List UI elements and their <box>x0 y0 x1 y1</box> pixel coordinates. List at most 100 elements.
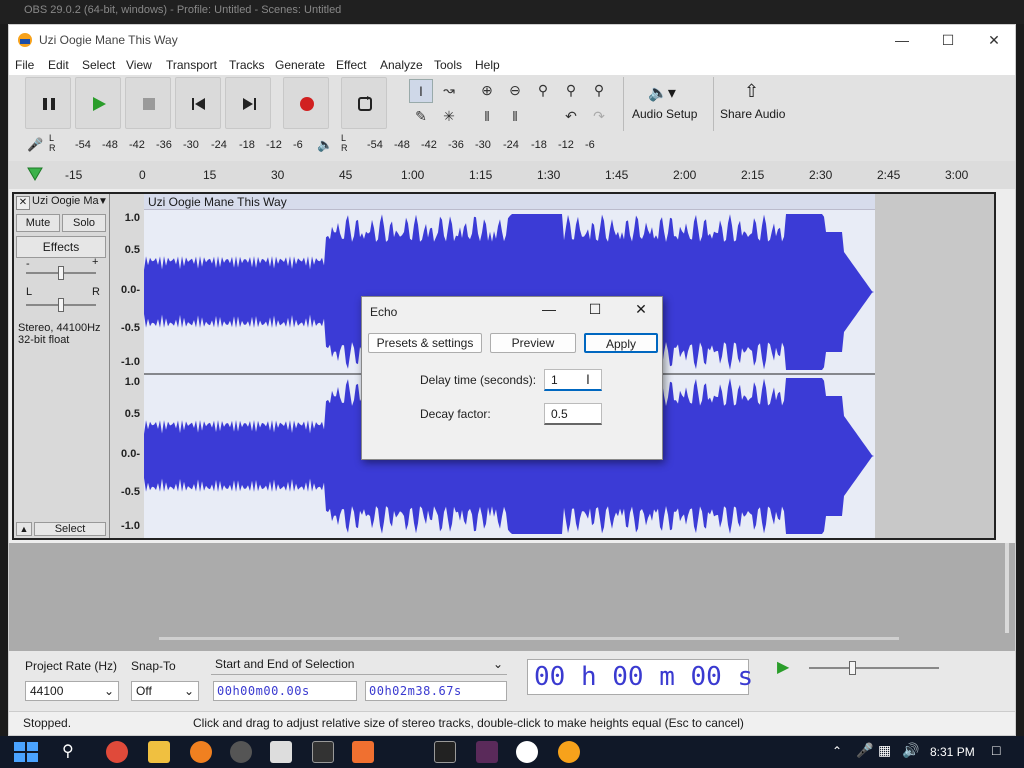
decay-factor-label: Decay factor: <box>420 407 491 421</box>
clock[interactable]: 8:31 PM <box>930 745 975 759</box>
menu-help[interactable]: Help <box>475 58 500 72</box>
pause-button[interactable] <box>25 77 71 129</box>
clip-title-bar[interactable]: Uzi Oogie Mane This Way <box>144 194 875 210</box>
draw-tool-icon[interactable]: ✎ <box>409 105 433 129</box>
record-meter[interactable]: -54 -48 -42 -36 -30 -24 -18 -12 -6 <box>59 135 303 157</box>
menu-effect[interactable]: Effect <box>336 58 366 72</box>
track-control-panel[interactable]: ✕ Uzi Oogie Ma ▼ Mute Solo Effects - + L… <box>14 194 110 538</box>
solo-button[interactable]: Solo <box>62 214 106 232</box>
stop-button[interactable] <box>125 77 171 129</box>
chrome-icon[interactable] <box>106 741 128 763</box>
selection-start-time[interactable]: 00h00m00.00s <box>213 681 357 701</box>
zoom-toggle-icon[interactable]: ⚲ <box>587 79 611 103</box>
close-button[interactable]: ✕ <box>971 27 1017 53</box>
share-audio-button[interactable]: ⇧ Share Audio <box>713 77 793 131</box>
play-speed-slider[interactable] <box>809 667 939 669</box>
loop-icon <box>358 96 372 111</box>
fit-selection-icon[interactable]: ⚲ <box>531 79 555 103</box>
select-track-button[interactable]: Select <box>34 522 106 536</box>
snap-to-select[interactable]: Off ⌄ <box>131 681 199 701</box>
mute-button[interactable]: Mute <box>16 214 60 232</box>
status-message: Click and drag to adjust relative size o… <box>193 716 744 730</box>
menu-transport[interactable]: Transport <box>166 58 217 72</box>
file-explorer-icon[interactable] <box>148 741 170 763</box>
media-player-icon[interactable] <box>516 741 538 763</box>
project-rate-select[interactable]: 44100 ⌄ <box>25 681 119 701</box>
play-speed-thumb[interactable] <box>849 661 856 675</box>
skip-to-start-button[interactable] <box>175 77 221 129</box>
windows-start-icon[interactable] <box>12 740 40 764</box>
audio-setup-button[interactable]: 🔈▾ Audio Setup <box>623 77 703 131</box>
app-icon-purple[interactable] <box>476 741 498 763</box>
menu-generate[interactable]: Generate <box>275 58 325 72</box>
dialog-close-button[interactable]: ✕ <box>626 301 656 321</box>
trim-audio-icon[interactable]: ‖ <box>475 105 499 129</box>
delay-time-input[interactable]: 1 <box>544 369 602 391</box>
apply-button[interactable]: Apply <box>584 333 658 353</box>
skip-to-end-button[interactable] <box>225 77 271 129</box>
decay-factor-input[interactable]: 0.5 <box>544 403 602 425</box>
gain-slider-thumb[interactable] <box>58 266 64 280</box>
menu-tracks[interactable]: Tracks <box>229 58 265 72</box>
presets-settings-button[interactable]: Presets & settings <box>368 333 482 353</box>
record-button[interactable] <box>283 77 329 129</box>
menu-edit[interactable]: Edit <box>48 58 69 72</box>
playback-meter[interactable]: -54 -48 -42 -36 -30 -24 -18 -12 -6 <box>351 135 595 157</box>
play-at-speed-icon[interactable]: ▶ <box>777 657 789 677</box>
tray-chevron-icon[interactable]: ⌃ <box>832 744 842 758</box>
notification-icon[interactable]: □ <box>992 742 1000 758</box>
app-icon[interactable] <box>270 741 292 763</box>
minimize-button[interactable]: — <box>879 27 925 53</box>
pause-icon <box>43 98 55 110</box>
app-icon-orange[interactable] <box>352 741 374 763</box>
audio-position-time[interactable]: 00 h 00 m 00 s <box>527 659 753 695</box>
skip-to-end-icon <box>243 98 256 110</box>
firefox-icon[interactable] <box>190 741 212 763</box>
audacity-taskbar-icon[interactable] <box>558 741 580 763</box>
microphone-tray-icon: 🎤 <box>856 742 874 758</box>
empty-track-space[interactable] <box>9 543 1015 651</box>
multi-tool-icon[interactable]: ✳ <box>437 105 461 129</box>
microphone-icon: 🎤 <box>27 137 44 152</box>
close-track-icon[interactable]: ✕ <box>16 196 30 210</box>
pan-slider-thumb[interactable] <box>58 298 64 312</box>
menu-analyze[interactable]: Analyze <box>380 58 423 72</box>
volume-icon[interactable]: 🔊 <box>902 742 919 759</box>
preview-button[interactable]: Preview <box>490 333 576 353</box>
menu-tools[interactable]: Tools <box>434 58 462 72</box>
envelope-tool-icon[interactable]: ↝ <box>437 79 461 103</box>
play-button[interactable] <box>75 77 121 129</box>
zoom-in-icon[interactable]: ⊕ <box>475 79 499 103</box>
selection-mode-select[interactable]: Start and End of Selection ⌄ <box>211 655 507 675</box>
track-info-bitdepth: 32-bit float <box>18 334 70 346</box>
silence-audio-icon[interactable]: ‖ <box>503 105 527 129</box>
fit-project-icon[interactable]: ⚲ <box>559 79 583 103</box>
amplitude-ruler[interactable]: 1.0 0.5 0.0- -0.5 -1.0 1.0 0.5 0.0- -0.5… <box>110 194 144 538</box>
track-info-format: Stereo, 44100Hz <box>18 322 101 334</box>
track-name-menu[interactable]: Uzi Oogie Ma <box>32 195 108 211</box>
dialog-maximize-button[interactable]: ☐ <box>580 301 610 321</box>
selection-tool-icon[interactable]: I <box>409 79 433 103</box>
search-icon[interactable]: ⚲ <box>62 741 74 761</box>
menu-select[interactable]: Select <box>82 58 115 72</box>
7zip-icon[interactable] <box>434 741 456 763</box>
horizontal-scrollbar[interactable] <box>159 637 899 640</box>
maximize-button[interactable]: ☐ <box>925 27 971 53</box>
loop-button[interactable] <box>341 77 387 129</box>
timeline-ruler[interactable]: -15 0 15 30 45 1:00 1:15 1:30 1:45 2:00 … <box>9 161 1015 189</box>
terminal-icon[interactable] <box>312 741 334 763</box>
effects-button[interactable]: Effects <box>16 236 106 258</box>
vertical-scrollbar[interactable] <box>1005 543 1009 633</box>
pan-right-label: R <box>92 286 100 298</box>
zoom-out-icon[interactable]: ⊖ <box>503 79 527 103</box>
obs-icon[interactable] <box>230 741 252 763</box>
menu-file[interactable]: File <box>15 58 34 72</box>
redo-icon[interactable]: ↷ <box>587 105 611 129</box>
undo-icon[interactable]: ↶ <box>559 105 583 129</box>
playback-meter-lr: LR <box>341 133 348 153</box>
menu-view[interactable]: View <box>126 58 152 72</box>
dialog-minimize-button[interactable]: — <box>534 301 564 321</box>
selection-end-time[interactable]: 00h02m38.67s <box>365 681 507 701</box>
collapse-track-icon[interactable]: ▲ <box>16 522 32 536</box>
network-icon[interactable]: ▦ <box>878 742 891 759</box>
